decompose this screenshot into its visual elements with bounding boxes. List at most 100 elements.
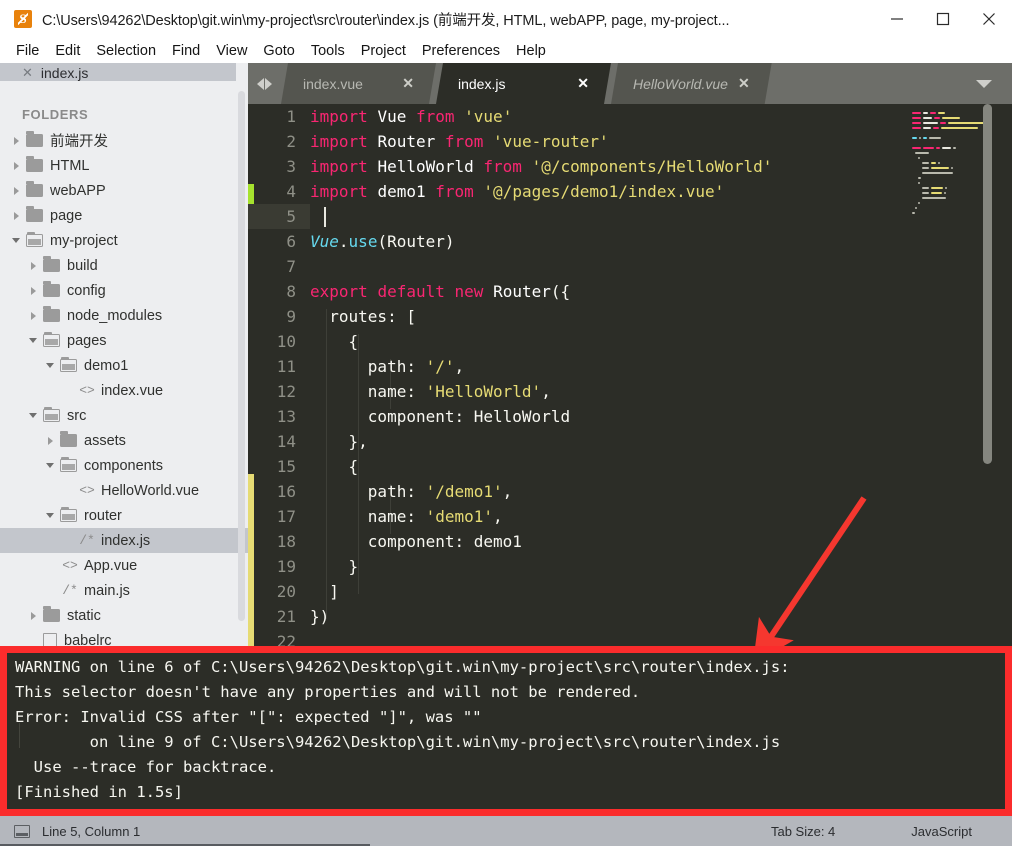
menu-item-preferences[interactable]: Preferences [414, 41, 508, 61]
chevron-right-icon[interactable] [27, 310, 39, 322]
menu-item-find[interactable]: Find [164, 41, 208, 61]
chevron-right-icon[interactable] [10, 210, 22, 222]
build-output-panel[interactable]: WARNING on line 6 of C:\Users\94262\Desk… [0, 646, 1012, 816]
chevron-down-icon[interactable] [27, 410, 39, 422]
open-file-row-index-js[interactable]: ✕ index.js [0, 63, 236, 81]
tree-item-components[interactable]: components [0, 453, 248, 478]
tree-item-src[interactable]: src [0, 403, 248, 428]
menu-item-view[interactable]: View [208, 41, 255, 61]
folder-icon [60, 507, 77, 522]
tab-index-vue[interactable]: index.vue ✕ [281, 63, 436, 104]
tree-item-build[interactable]: build [0, 253, 248, 278]
maximize-button[interactable] [920, 0, 966, 38]
cursor-position[interactable]: Line 5, Column 1 [42, 824, 771, 839]
minimap-token [931, 186, 944, 189]
folder-icon [60, 431, 77, 447]
chevron-down-icon[interactable] [27, 335, 39, 347]
code-text: import Vue from 'vue' [310, 104, 512, 129]
close-icon[interactable]: ✕ [22, 66, 33, 79]
minimap-token [912, 111, 921, 114]
minimap-token [918, 181, 921, 184]
tree-item-my-project[interactable]: my-project [0, 228, 248, 253]
tree-item-nodemodules[interactable]: node_modules [0, 303, 248, 328]
tree-item-config[interactable]: config [0, 278, 248, 303]
tree-item-App.vue[interactable]: <> App.vue [0, 553, 248, 578]
tree-item-assets[interactable]: assets [0, 428, 248, 453]
tree-item-label: config [67, 282, 106, 299]
minimize-button[interactable] [874, 0, 920, 38]
chevron-right-icon[interactable] [10, 185, 22, 197]
chevron-right-icon[interactable] [27, 610, 39, 622]
tree-item-index.js[interactable]: /* index.js [0, 528, 248, 553]
chevron-right-icon[interactable] [44, 435, 56, 447]
build-output-line-4: on line 9 of C:\Users\94262\Desktop\git.… [15, 733, 781, 751]
tab-index-js[interactable]: index.js ✕ [436, 63, 611, 104]
menu-item-project[interactable]: Project [353, 41, 414, 61]
tab-size-label[interactable]: Tab Size: 4 [771, 824, 835, 839]
chevron-left-icon[interactable] [257, 77, 264, 90]
tab-helloworld-vue[interactable]: HelloWorld.vue ✕ [611, 63, 772, 104]
sidebar-scrollbar[interactable] [238, 91, 245, 621]
tree-item-HTML[interactable]: HTML [0, 153, 248, 178]
chevron-down-icon[interactable] [44, 460, 56, 472]
code-line-4: 4 import demo1 from '@/pages/demo1/index.… [248, 179, 1012, 204]
tree-item-pages[interactable]: pages [0, 328, 248, 353]
minimap[interactable] [908, 104, 996, 646]
tree-item-HelloWorld.vue[interactable]: <> HelloWorld.vue [0, 478, 248, 503]
tree-item-main.js[interactable]: /* main.js [0, 578, 248, 603]
close-icon[interactable]: ✕ [567, 75, 611, 92]
tree-item-static[interactable]: static [0, 603, 248, 628]
close-button[interactable] [966, 0, 1012, 38]
menu-item-edit[interactable]: Edit [47, 41, 88, 61]
minimap-token [945, 186, 948, 189]
tree-item-demo1[interactable]: demo1 [0, 353, 248, 378]
tree-item-router[interactable]: router [0, 503, 248, 528]
token: , [502, 482, 513, 501]
tree-item-page[interactable]: page [0, 203, 248, 228]
close-icon[interactable]: ✕ [728, 75, 772, 92]
line-number: 4 [286, 182, 296, 201]
menu-item-help[interactable]: Help [508, 41, 554, 61]
chevron-down-icon[interactable] [955, 63, 1012, 104]
layout-icon[interactable] [14, 824, 30, 838]
chevron-down-icon[interactable] [44, 360, 56, 372]
tree-item-label: node_modules [67, 307, 163, 324]
minimap-token [943, 191, 946, 194]
chevron-right-icon[interactable] [265, 77, 272, 90]
chevron-right-icon[interactable] [10, 135, 22, 147]
menu-item-goto[interactable]: Goto [255, 41, 302, 61]
editor-scrollbar[interactable] [983, 104, 992, 464]
code-editor[interactable]: 1 import Vue from 'vue' 2 import Router fro… [248, 104, 1012, 646]
menu-item-file[interactable]: File [8, 41, 47, 61]
token: Router [377, 132, 436, 151]
token: { [310, 457, 359, 476]
chevron-right-icon[interactable] [27, 260, 39, 272]
menu-item-tools[interactable]: Tools [303, 41, 353, 61]
line-number: 19 [276, 557, 296, 576]
tree-item-[interactable]: 前端开发 [0, 128, 248, 153]
chevron-down-icon[interactable] [44, 510, 56, 522]
menu-item-selection[interactable]: Selection [88, 41, 164, 61]
syntax-label[interactable]: JavaScript [911, 824, 972, 839]
chevron-down-icon[interactable] [10, 235, 22, 247]
line-number: 9 [286, 307, 296, 326]
code-line-1: 1 import Vue from 'vue' [248, 104, 1012, 129]
tree-item-index.vue[interactable]: <> index.vue [0, 378, 248, 403]
chevron-right-icon[interactable] [27, 285, 39, 297]
code-line-18: 18 component: demo1 [248, 529, 1012, 554]
close-icon[interactable]: ✕ [392, 75, 436, 92]
tree-item-webAPP[interactable]: webAPP [0, 178, 248, 203]
chevron-right-icon[interactable] [10, 160, 22, 172]
tree-item-babelrc[interactable]: babelrc [0, 628, 248, 646]
tab-nav-arrows[interactable] [248, 63, 281, 104]
code-lines: 1 import Vue from 'vue' 2 import Router fro… [248, 104, 1012, 646]
folder-icon [26, 232, 43, 247]
folder-icon [60, 457, 77, 472]
token: demo1 [377, 182, 426, 201]
